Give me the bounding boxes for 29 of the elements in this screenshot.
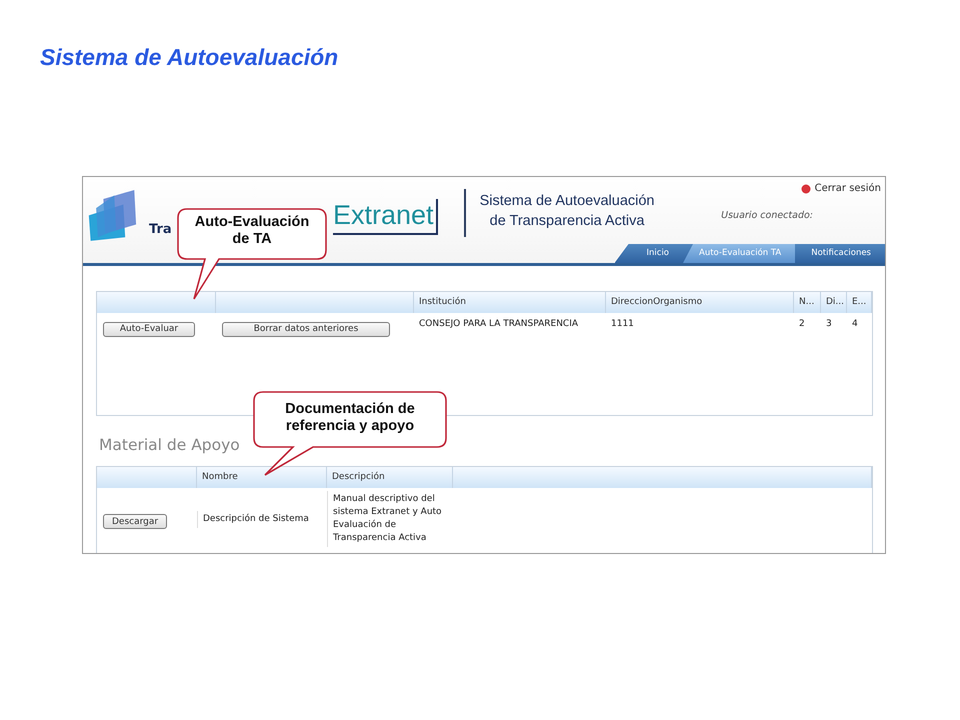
table-cell: Manual descriptivo del sistema Extranet y Auto Evaluación de Transparencia Activa	[327, 491, 453, 547]
column-header: DireccionOrganismo	[606, 292, 794, 313]
download-button[interactable]: Descargar	[103, 514, 168, 530]
column-header: N...	[794, 292, 821, 313]
nav-tab[interactable]: Inicio	[630, 244, 684, 263]
grid-button[interactable]: Borrar datos anteriores	[222, 322, 390, 336]
grid-button[interactable]: Auto-Evaluar	[103, 322, 195, 336]
table-cell-text: 1111	[610, 318, 635, 331]
table-cell-text: 3	[825, 318, 833, 331]
column-header: Descripción	[327, 467, 453, 488]
system-title: Sistema de Autoevaluación	[480, 192, 654, 211]
system-title: de Transparencia Activa	[488, 212, 646, 231]
callout-text: Documentación de referencia y apoyo	[284, 401, 416, 435]
slide-title: Sistema de Autoevaluación	[40, 44, 340, 72]
logo-text: Tra	[149, 222, 172, 237]
table-cell-text: 4	[851, 318, 859, 331]
column-header: Di...	[821, 292, 847, 313]
logout-icon	[800, 184, 811, 194]
section-title: Material de Apoyo	[99, 436, 241, 456]
nav-tab[interactable]: Notificaciones	[795, 244, 885, 263]
table-cell-text: CONSEJO PARA LA TRANSPARENCIA	[418, 318, 580, 331]
product-name: Extranet	[333, 199, 438, 235]
table-cell: Descripción de Sistema	[197, 510, 327, 528]
column-header: Institución	[414, 292, 606, 313]
logout-link[interactable]: Cerrar sesión	[800, 183, 881, 194]
callout-text: Auto-Evaluación de TA	[194, 214, 310, 248]
column-header: E...	[847, 292, 872, 313]
table-cell-text: 2	[798, 318, 806, 331]
user-label: Usuario conectado:	[721, 210, 813, 221]
